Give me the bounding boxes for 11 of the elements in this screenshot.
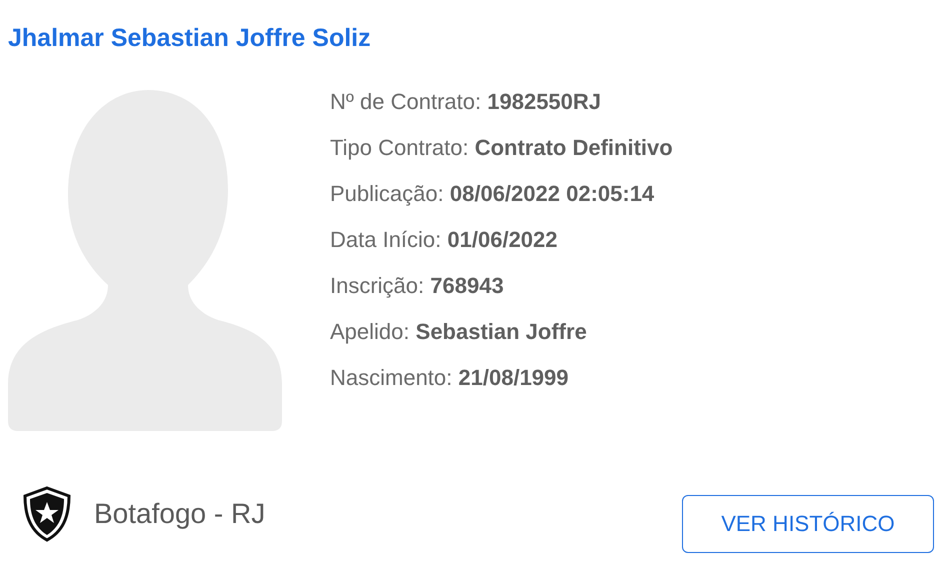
detail-line: Nascimento: 21/08/1999 [330,365,569,391]
detail-line: Nº de Contrato: 1982550RJ [330,89,602,115]
detail-line: Publicação: 08/06/2022 02:05:14 [330,181,654,207]
detail-line: Tipo Contrato: Contrato Definitivo [330,135,673,161]
detail-line: Data Início: 01/06/2022 [330,227,558,253]
shield-star-icon [22,486,72,542]
history-button[interactable]: VER HISTÓRICO [682,495,934,553]
club-name: Botafogo - RJ [94,498,266,530]
detail-line: Apelido: Sebastian Joffre [330,319,587,345]
detail-line: Inscrição: 768943 [330,273,504,299]
player-name: Jhalmar Sebastian Joffre Soliz [8,24,371,53]
